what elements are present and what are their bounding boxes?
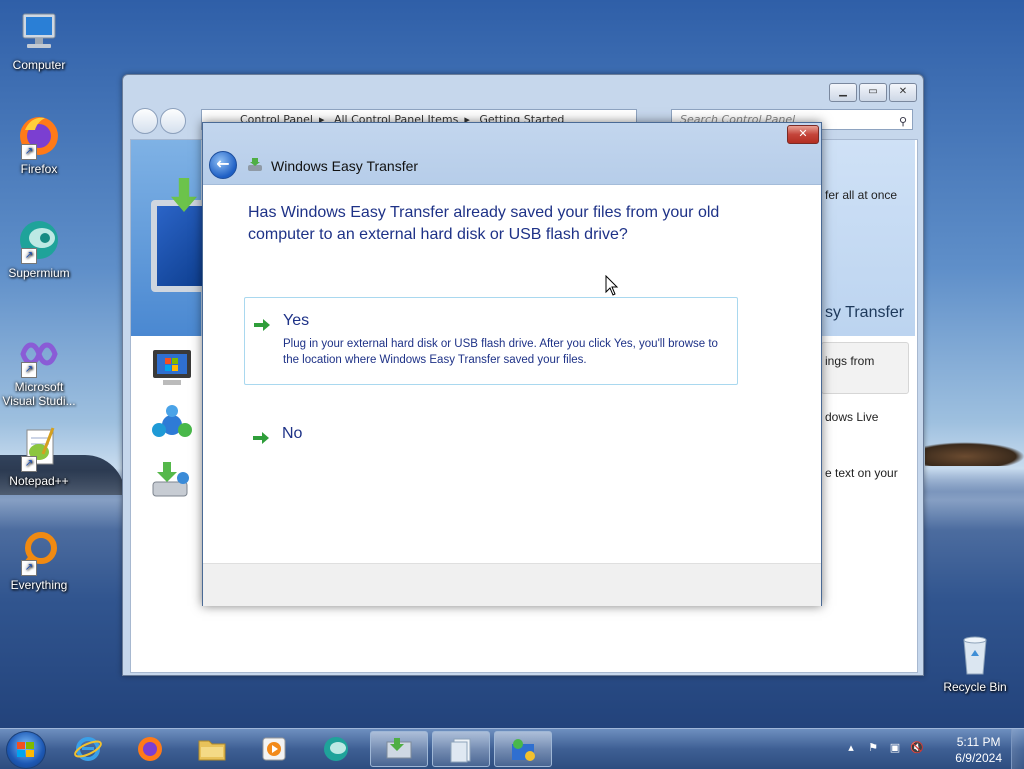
option-yes-title: Yes (283, 312, 310, 329)
option-yes[interactable]: Yes Plug in your external hard disk or U… (244, 297, 738, 385)
internet-explorer-icon (74, 737, 102, 761)
computer-icon (15, 8, 63, 56)
green-arrow-icon (253, 432, 269, 444)
volume-muted-icon[interactable]: 🔇 (910, 741, 924, 755)
desktop-icon-notepad-plus-plus[interactable]: ↗ Notepad++ (0, 424, 78, 488)
media-player-icon (262, 737, 286, 761)
desktop-icon-computer[interactable]: Computer (0, 8, 78, 72)
shortcut-arrow-icon: ↗ (21, 144, 37, 160)
task-text[interactable]: e text on your (825, 466, 898, 480)
shortcut-arrow-icon: ↗ (21, 248, 37, 264)
back-button[interactable] (132, 108, 158, 134)
desktop-icon-supermium[interactable]: ↗ Supermium (0, 216, 78, 280)
recycle-bin-icon (951, 630, 999, 678)
firefox-icon (138, 737, 162, 761)
visual-studio-icon: ↗ (15, 330, 63, 378)
clock-time: 5:11 PM (956, 735, 1001, 749)
desktop-icon-recycle-bin[interactable]: Recycle Bin (936, 630, 1014, 694)
taskbar-document-window[interactable] (432, 731, 490, 767)
windows-logo-icon (17, 742, 34, 757)
back-arrow-button[interactable]: ← (209, 151, 237, 179)
taskbar-internet-explorer[interactable] (60, 731, 118, 767)
dialog-close-button[interactable]: ✕ (787, 125, 819, 144)
document-icon (450, 738, 471, 763)
show-desktop-button[interactable] (1011, 729, 1024, 769)
mouse-cursor-icon (605, 275, 619, 296)
navigation-buttons (132, 108, 186, 134)
notepad-plus-plus-icon: ↗ (15, 424, 63, 472)
control-panel-icon (512, 739, 535, 761)
dialog-question: Has Windows Easy Transfer already saved … (248, 204, 720, 243)
task-text: fer all at once (825, 188, 898, 202)
shortcut-arrow-icon: ↗ (21, 560, 37, 576)
shortcut-arrow-icon: ↗ (21, 456, 37, 472)
taskbar-control-panel-window[interactable] (494, 731, 552, 767)
section-heading: sy Transfer (825, 304, 905, 321)
windows-monitor-icon[interactable] (149, 346, 195, 392)
minimize-button[interactable]: ▁ (829, 83, 857, 102)
everything-search-icon: ↗ (15, 528, 63, 576)
search-icon[interactable]: ⚲ (899, 112, 907, 132)
dialog-footer (203, 563, 821, 606)
task-text[interactable]: ings from (825, 354, 874, 368)
folder-icon (198, 740, 226, 761)
green-arrow-icon (254, 319, 270, 331)
dialog-content: Has Windows Easy Transfer already saved … (203, 185, 821, 563)
option-yes-description: Plug in your external hard disk or USB f… (283, 338, 718, 366)
dialog-title: Windows Easy Transfer (271, 158, 419, 174)
desktop-icon-firefox[interactable]: ↗ Firefox (0, 112, 78, 176)
action-center-flag-icon[interactable]: ⚑ (866, 741, 880, 755)
show-hidden-icons-chevron-icon[interactable]: ▴ (844, 741, 858, 755)
system-tray: ▴ ⚑ ▣ 🔇 5:11 PM 6/9/2024 (834, 729, 1024, 769)
network-icon[interactable]: ▣ (888, 741, 902, 755)
easy-transfer-app-icon (247, 157, 263, 173)
taskbar-easy-transfer-window[interactable] (370, 731, 428, 767)
start-button[interactable] (6, 731, 46, 769)
taskbar-supermium[interactable] (308, 731, 366, 767)
close-button[interactable]: ✕ (889, 83, 917, 102)
taskbar-file-explorer[interactable] (184, 731, 242, 767)
easy-transfer-dialog[interactable]: ✕ ← Windows Easy Transfer Has Windows Ea… (202, 122, 822, 606)
supermium-icon (324, 737, 348, 761)
firefox-icon: ↗ (15, 112, 63, 160)
taskbar-firefox[interactable] (122, 731, 180, 767)
forward-button[interactable] (160, 108, 186, 134)
desktop-icon-visual-studio[interactable]: ↗ Microsoft Visual Studi... (0, 330, 78, 408)
supermium-icon: ↗ (15, 216, 63, 264)
taskbar: ▴ ⚑ ▣ 🔇 5:11 PM 6/9/2024 (0, 728, 1024, 769)
shortcut-arrow-icon: ↗ (21, 362, 37, 378)
dialog-header: ✕ ← Windows Easy Transfer (203, 123, 821, 185)
wallpaper-rocks-right (925, 442, 1024, 466)
option-no-title: No (282, 425, 303, 442)
taskbar-media-player[interactable] (246, 731, 304, 767)
maximize-button[interactable]: ▭ (859, 83, 887, 102)
easy-transfer-icon (386, 738, 412, 759)
desktop-icon-everything[interactable]: ↗ Everything (0, 528, 78, 592)
easy-transfer-icon[interactable] (149, 458, 195, 504)
option-no[interactable]: No (244, 411, 738, 455)
task-tile[interactable] (821, 342, 909, 394)
taskbar-clock[interactable]: 5:11 PM 6/9/2024 (955, 734, 1002, 766)
task-text[interactable]: dows Live (825, 410, 878, 424)
clock-date: 6/9/2024 (955, 751, 1002, 765)
people-network-icon[interactable] (149, 402, 195, 448)
window-caption-buttons: ▁ ▭ ✕ (829, 83, 917, 102)
